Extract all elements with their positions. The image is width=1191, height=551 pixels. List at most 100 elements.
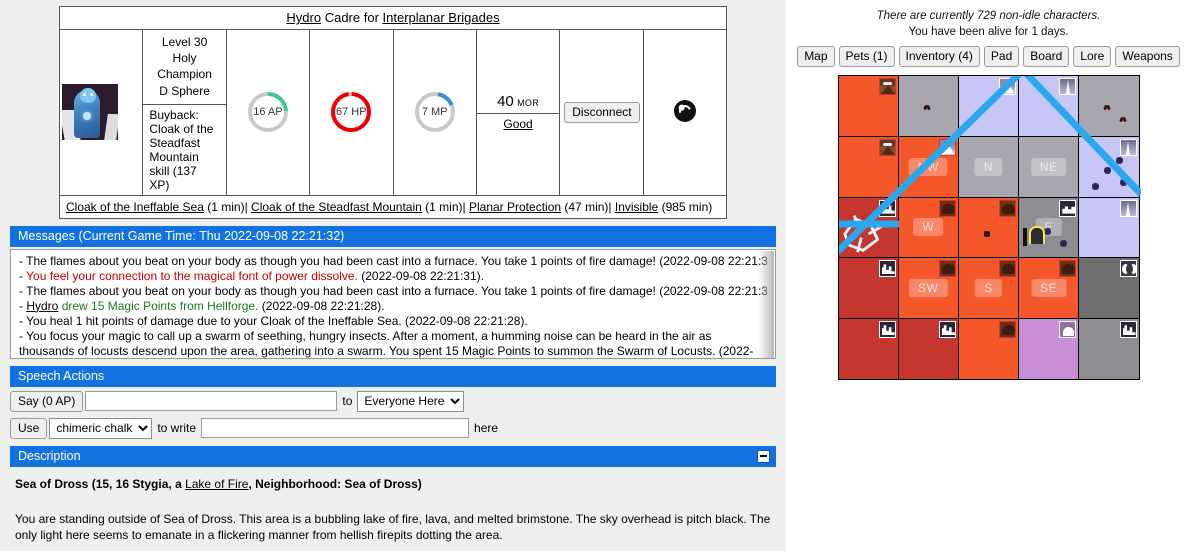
map-cell[interactable]: S bbox=[958, 258, 1019, 319]
map-cell[interactable]: NE bbox=[1019, 136, 1079, 197]
road-glyph bbox=[1120, 200, 1136, 216]
map-direction-w[interactable]: W bbox=[913, 218, 944, 237]
mountain-glyph bbox=[1000, 79, 1016, 94]
map-direction-se[interactable]: SE bbox=[1031, 279, 1067, 298]
map-direction-nw[interactable]: NW bbox=[908, 157, 948, 176]
say-input[interactable] bbox=[85, 391, 338, 412]
map-cell[interactable] bbox=[1019, 319, 1079, 379]
map-cell[interactable]: N bbox=[958, 136, 1019, 197]
forest-glyph bbox=[939, 200, 955, 216]
forest-glyph bbox=[1000, 322, 1016, 338]
map-cell[interactable] bbox=[898, 319, 958, 379]
mountain-tile-icon bbox=[938, 138, 956, 156]
buff-link[interactable]: Cloak of the Ineffable Sea bbox=[66, 200, 204, 214]
map-cell[interactable] bbox=[1079, 197, 1139, 258]
location-line: Sea of Dross (15, 16 Stygia, a Lake of F… bbox=[15, 476, 771, 493]
map-cell[interactable] bbox=[1079, 258, 1139, 319]
buff-item: Cloak of the Ineffable Sea (1 min)| bbox=[66, 199, 248, 214]
messages-header: Messages (Current Game Time: Thu 2022-09… bbox=[10, 225, 776, 247]
speech-actions-label: Speech Actions bbox=[18, 368, 105, 383]
bones-glyph bbox=[1120, 261, 1136, 277]
morale-value: 40 bbox=[497, 93, 514, 111]
alignment-link[interactable]: Good bbox=[503, 117, 532, 131]
say-button[interactable]: Say (0 AP) bbox=[10, 390, 84, 412]
ruins-tile-icon bbox=[878, 260, 896, 278]
buff-item: Invisible (985 min) bbox=[615, 200, 712, 214]
map-cell[interactable] bbox=[838, 197, 898, 258]
buff-time: (47 min) bbox=[564, 199, 609, 214]
mp-ring: 7 MP bbox=[412, 89, 458, 135]
write-input[interactable] bbox=[201, 418, 470, 439]
message-suffix: (2022-09-08 22:21:28). bbox=[258, 298, 385, 313]
map-direction-s[interactable]: S bbox=[975, 279, 1002, 298]
avatar[interactable] bbox=[62, 84, 118, 141]
cave-tile-icon bbox=[1059, 321, 1077, 339]
tab-inventory[interactable]: Inventory (4) bbox=[898, 46, 980, 67]
map-cell[interactable] bbox=[1079, 319, 1139, 379]
alive-days-note: You have been alive for 1 days. bbox=[908, 26, 1069, 38]
map-cell[interactable] bbox=[958, 197, 1019, 258]
disconnect-button[interactable]: Disconnect bbox=[564, 101, 640, 123]
map-cell[interactable] bbox=[1019, 76, 1079, 136]
alignment-row: Good bbox=[477, 114, 559, 134]
ruins-glyph bbox=[1120, 322, 1136, 338]
message-line: - You heal 1 hit points of damage due to… bbox=[19, 314, 767, 329]
messages-header-label: Messages (Current Game Time: Thu 2022-09… bbox=[18, 228, 345, 243]
buff-link[interactable]: Invisible bbox=[615, 200, 658, 214]
tab-lore[interactable]: Lore bbox=[1073, 46, 1112, 67]
buff-link[interactable]: Planar Protection bbox=[469, 200, 561, 214]
map-grid[interactable]: NW N NE W E SW S SE bbox=[837, 75, 1141, 380]
map-cell[interactable] bbox=[1079, 136, 1139, 197]
map-cell[interactable]: E bbox=[1019, 197, 1079, 258]
map-cell[interactable] bbox=[838, 76, 898, 136]
say-target-select[interactable]: Everyone Here bbox=[357, 390, 465, 412]
tab-map[interactable]: Map bbox=[797, 46, 835, 67]
road-tile-icon bbox=[1059, 78, 1077, 95]
location-type-link[interactable]: Lake of Fire bbox=[185, 477, 248, 491]
forest-tile-icon bbox=[999, 321, 1017, 339]
use-item-select[interactable]: chimeric chalk bbox=[49, 417, 153, 439]
location-prefix: Sea of Dross (15, 16 Stygia, a bbox=[15, 476, 186, 491]
map-cell[interactable]: SE bbox=[1019, 258, 1079, 319]
tab-board[interactable]: Board bbox=[1023, 46, 1070, 67]
map-cell[interactable] bbox=[838, 258, 898, 319]
disconnect-cell: Disconnect bbox=[559, 29, 644, 196]
buff-link[interactable]: Cloak of the Steadfast Mountain bbox=[251, 200, 422, 214]
tab-weapons[interactable]: Weapons bbox=[1115, 46, 1180, 67]
left-panel: Hydro Cadre for Interplanar Brigades Lev… bbox=[0, 0, 786, 551]
say-to-label: to bbox=[342, 394, 353, 409]
character-level: Level 30 Holy Champion bbox=[157, 35, 212, 82]
message-character-link[interactable]: Hydro bbox=[26, 299, 58, 313]
character-name-link[interactable]: Hydro bbox=[286, 10, 321, 25]
road-tile-icon bbox=[1119, 199, 1137, 217]
map-cell[interactable]: SW bbox=[898, 258, 958, 319]
guild-sigil-icon[interactable] bbox=[671, 97, 698, 124]
messages-log[interactable]: - The flames about you beat on your body… bbox=[10, 248, 776, 359]
forest-glyph bbox=[939, 261, 955, 277]
map-cell[interactable] bbox=[958, 76, 1019, 136]
tab-pets[interactable]: Pets (1) bbox=[838, 46, 895, 67]
tab-pad[interactable]: Pad bbox=[983, 46, 1020, 67]
buff-item: Planar Protection (47 min)| bbox=[468, 199, 612, 214]
collapse-minus-icon[interactable] bbox=[757, 449, 770, 463]
map-cell[interactable] bbox=[958, 319, 1019, 379]
map-cell[interactable] bbox=[1079, 76, 1139, 136]
avatar-cell[interactable] bbox=[58, 29, 144, 196]
cadre-link[interactable]: Interplanar Brigades bbox=[383, 10, 500, 25]
map-direction-ne[interactable]: NE bbox=[1030, 157, 1067, 176]
description-header: Description bbox=[10, 445, 776, 467]
gate-sprite[interactable] bbox=[1023, 227, 1028, 246]
forest-tile-icon bbox=[999, 199, 1017, 217]
map-direction-sw[interactable]: SW bbox=[909, 279, 948, 298]
character-level-block: Level 30 Holy Champion D Sphere bbox=[143, 30, 226, 105]
map-cell[interactable]: NW bbox=[898, 136, 958, 197]
map-cell[interactable]: W bbox=[898, 197, 958, 258]
map-cell[interactable] bbox=[898, 76, 958, 136]
buff-item: Cloak of the Steadfast Mountain (1 min)| bbox=[251, 199, 466, 214]
ruins-tile-icon bbox=[938, 321, 956, 339]
character-sphere: D Sphere bbox=[159, 83, 210, 98]
use-button[interactable]: Use bbox=[10, 417, 48, 439]
map-cell[interactable] bbox=[838, 136, 898, 197]
map-cell[interactable] bbox=[838, 319, 898, 379]
map-direction-n[interactable]: N bbox=[974, 157, 1003, 176]
